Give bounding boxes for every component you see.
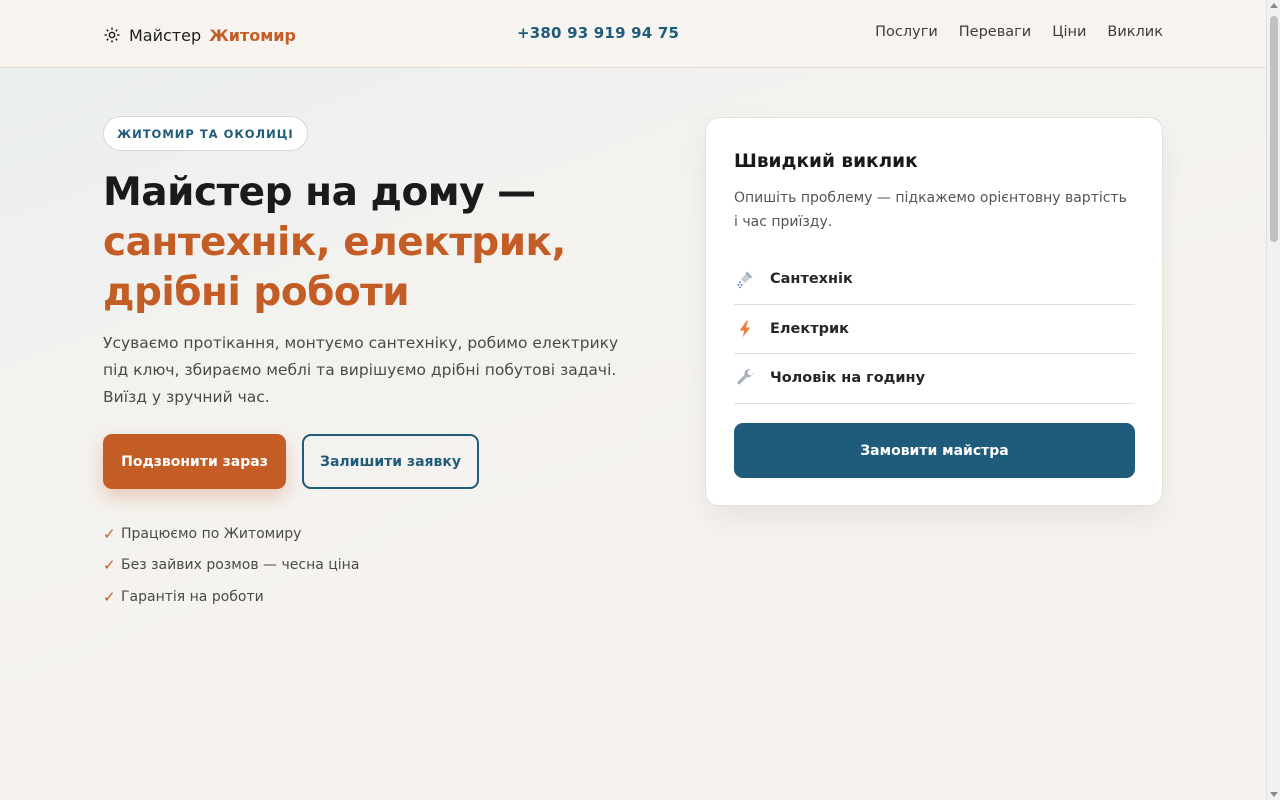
list-item: ✓ Без зайвих розмов — чесна ціна [103,550,359,582]
card-title: Швидкий виклик [734,151,918,172]
scroll-up-icon[interactable] [1270,3,1278,8]
nav-item-advantages[interactable]: Переваги [959,24,1031,40]
service-item-handyman[interactable]: Чоловік на годину [734,354,1135,404]
site-header: Майстер Житомир +380 93 919 94 75 Послуг… [0,0,1266,68]
check-icon: ✓ [103,587,116,606]
benefit-text: Без зайвих розмов — чесна ціна [121,557,360,574]
location-badge: ЖИТОМИР ТА ОКОЛИЦІ [103,116,308,151]
nav-item-services[interactable]: Послуги [875,24,938,40]
service-label: Електрик [770,320,849,337]
order-master-button[interactable]: Замовити майстра [734,423,1135,478]
logo-text: Майстер [129,25,202,45]
hero-description: Усуваємо протікання, монтуємо сантехніку… [103,334,619,406]
logo[interactable]: Майстер Житомир [103,22,296,48]
lightning-icon [734,318,756,340]
check-icon: ✓ [103,556,116,575]
service-label: Сантехнік [770,271,853,288]
scrollbar-thumb[interactable] [1270,16,1278,242]
benefit-text: Працюємо по Житомиру [121,525,302,542]
benefit-text: Гарантія на роботи [121,588,264,605]
shower-icon [734,268,756,290]
service-list: Сантехнік Електрик Чоловік на годину [734,255,1135,404]
wrench-icon [734,367,756,389]
nav-item-prices[interactable]: Ціни [1052,24,1086,40]
main-nav: Послуги Переваги Ціни Виклик [875,24,1163,40]
hero-title-main: Майстер на дому — [103,170,536,215]
service-label: Чоловік на годину [770,370,926,387]
list-item: ✓ Гарантія на роботи [103,581,359,613]
hero-title: Майстер на дому — сантехнік, електрик, д… [103,168,663,318]
check-icon: ✓ [103,524,116,543]
benefits-list: ✓ Працюємо по Житомиру ✓ Без зайвих розм… [103,518,359,613]
quick-call-card: Швидкий виклик Опишіть проблему — підкаж… [705,117,1163,506]
logo-accent: Житомир [209,25,296,45]
nav-item-call[interactable]: Виклик [1107,24,1163,40]
card-description: Опишіть проблему — підкажемо орієнтовну … [734,190,1127,230]
list-item: ✓ Працюємо по Житомиру [103,518,359,550]
leave-request-button[interactable]: Залишити заявку [302,434,479,489]
gear-icon [103,26,121,44]
scrollbar[interactable] [1266,0,1280,800]
service-item-plumber[interactable]: Сантехнік [734,255,1135,305]
hero-title-accent: сантехнік, електрик, дрібні роботи [103,220,566,315]
page: Майстер Житомир +380 93 919 94 75 Послуг… [0,0,1266,800]
phone-link[interactable]: +380 93 919 94 75 [517,24,679,42]
call-now-button[interactable]: Подзвонити зараз [103,434,286,489]
service-item-electrician[interactable]: Електрик [734,305,1135,354]
scroll-down-icon[interactable] [1270,792,1278,797]
